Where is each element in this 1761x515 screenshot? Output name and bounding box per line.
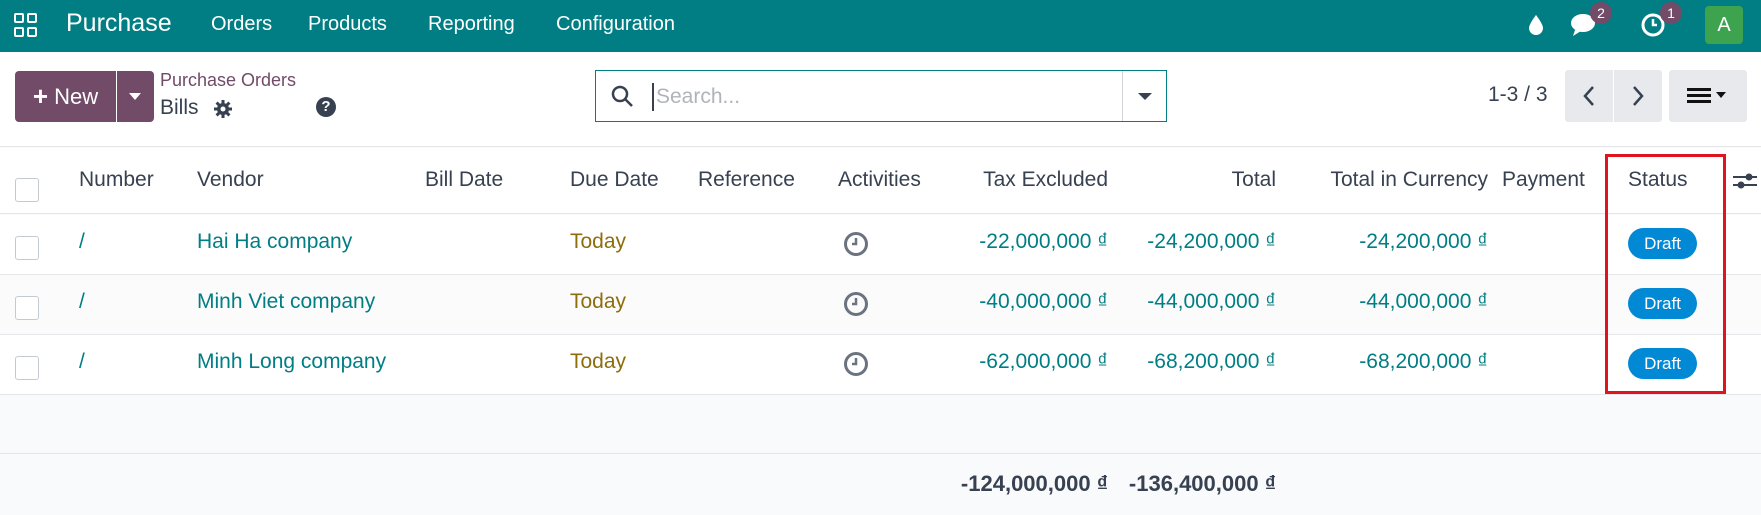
total-amount: -136,400,000 ₫ — [1128, 471, 1276, 496]
activities-count-badge: 1 — [1660, 2, 1682, 24]
cell-due-date: Today — [570, 350, 627, 373]
chevron-right-icon — [1633, 86, 1644, 106]
search-options-toggle[interactable] — [1122, 71, 1166, 121]
apps-menu-icon[interactable] — [14, 13, 38, 37]
menu-products[interactable]: Products — [308, 13, 387, 36]
table-row[interactable]: / Minh Long company Today -62,000,000 ₫ … — [0, 335, 1761, 395]
table-footer-totals: -124,000,000 ₫ -136,400,000 ₫ — [0, 453, 1761, 515]
cell-tax-excluded: -40,000,000 ₫ — [979, 290, 1108, 313]
menu-configuration[interactable]: Configuration — [556, 13, 675, 36]
column-tax-excluded[interactable]: Tax Excluded — [940, 168, 1108, 192]
menu-orders[interactable]: Orders — [211, 13, 272, 36]
gear-icon[interactable] — [213, 99, 233, 119]
messages-button[interactable]: 2 — [1570, 2, 1612, 38]
row-checkbox[interactable] — [15, 236, 39, 260]
cell-due-date: Today — [570, 290, 627, 313]
column-vendor[interactable]: Vendor — [197, 168, 264, 192]
new-button[interactable]: + New — [15, 71, 116, 122]
pager-next-button[interactable] — [1614, 70, 1662, 122]
menu-reporting[interactable]: Reporting — [428, 13, 515, 36]
cell-number: / — [79, 230, 85, 253]
cell-tax-excluded: -22,000,000 ₫ — [979, 230, 1108, 253]
plus-icon: + — [32, 81, 49, 111]
cell-total-in-currency: -24,200,000 ₫ — [1359, 230, 1488, 253]
new-dropdown-toggle[interactable] — [117, 71, 154, 122]
column-due-date[interactable]: Due Date — [570, 168, 659, 192]
table-header: Number Vendor Bill Date Due Date Referen… — [0, 148, 1761, 214]
activity-clock-icon[interactable] — [843, 291, 869, 317]
cell-vendor: Hai Ha company — [197, 230, 353, 253]
status-column-highlight — [1605, 154, 1726, 394]
column-payment[interactable]: Payment — [1502, 168, 1585, 192]
cell-vendor: Minh Viet company — [197, 290, 376, 313]
new-button-label: New — [54, 83, 99, 109]
column-reference[interactable]: Reference — [698, 168, 795, 192]
cell-vendor: Minh Long company — [197, 350, 387, 373]
column-bill-date[interactable]: Bill Date — [425, 168, 503, 192]
row-checkbox[interactable] — [15, 296, 39, 320]
cell-total-in-currency: -44,000,000 ₫ — [1359, 290, 1488, 313]
cell-total: -44,000,000 ₫ — [1147, 290, 1276, 313]
control-panel: + New Purchase Orders Bills ? 1-3 / 3 — [0, 52, 1761, 147]
list-view-icon — [1687, 88, 1726, 103]
app-name[interactable]: Purchase — [66, 9, 172, 38]
total-tax-excluded: -124,000,000 ₫ — [960, 471, 1108, 496]
activities-button[interactable]: 1 — [1640, 2, 1682, 38]
row-checkbox[interactable] — [15, 356, 39, 380]
breadcrumb-current: Bills — [160, 96, 199, 119]
column-total-in-currency[interactable]: Total in Currency — [1300, 168, 1488, 192]
search-bar — [595, 70, 1167, 122]
column-total[interactable]: Total — [1130, 168, 1276, 192]
table-row[interactable]: / Minh Viet company Today -40,000,000 ₫ … — [0, 275, 1761, 335]
cell-total: -24,200,000 ₫ — [1147, 230, 1276, 253]
help-icon[interactable]: ? — [316, 97, 336, 117]
select-all-checkbox[interactable] — [15, 178, 39, 202]
activity-clock-icon[interactable] — [843, 351, 869, 377]
cell-tax-excluded: -62,000,000 ₫ — [979, 350, 1108, 373]
user-avatar[interactable]: A — [1705, 6, 1743, 44]
column-number[interactable]: Number — [79, 168, 154, 192]
optional-columns-icon[interactable] — [1733, 170, 1757, 192]
top-navbar: Purchase Orders Products Reporting Confi… — [0, 0, 1761, 52]
cell-total-in-currency: -68,200,000 ₫ — [1359, 350, 1488, 373]
cell-total: -68,200,000 ₫ — [1147, 350, 1276, 373]
table-row[interactable]: / Hai Ha company Today -22,000,000 ₫ -24… — [0, 215, 1761, 275]
breadcrumb-parent[interactable]: Purchase Orders — [160, 70, 296, 91]
cell-due-date: Today — [570, 230, 627, 253]
droplet-icon[interactable] — [1523, 12, 1549, 38]
search-input[interactable] — [652, 83, 1112, 111]
cell-number: / — [79, 350, 85, 373]
pager-previous-button[interactable] — [1565, 70, 1613, 122]
cell-number: / — [79, 290, 85, 313]
pager-value[interactable]: 1-3 / 3 — [1488, 83, 1548, 107]
messages-count-badge: 2 — [1590, 2, 1612, 24]
search-icon — [611, 85, 633, 107]
view-switcher-button[interactable] — [1669, 70, 1747, 122]
chevron-left-icon — [1583, 86, 1594, 106]
column-activities[interactable]: Activities — [838, 168, 921, 192]
activity-clock-icon[interactable] — [843, 231, 869, 257]
